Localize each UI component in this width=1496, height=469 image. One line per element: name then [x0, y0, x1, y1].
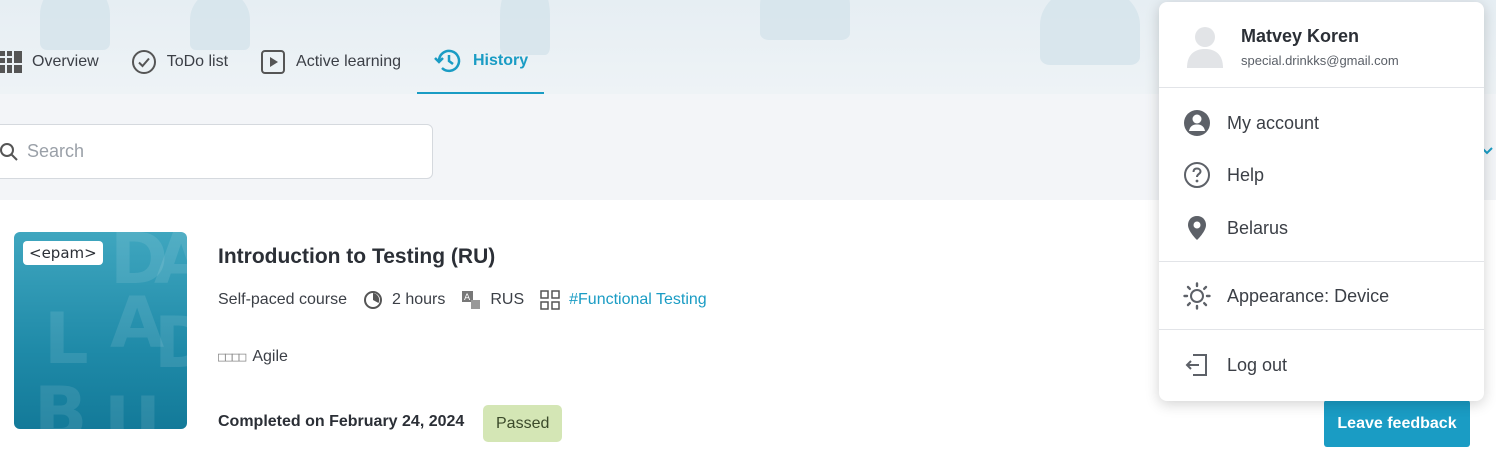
menu-item-my-account[interactable]: My account [1159, 101, 1484, 145]
search-icon [0, 142, 18, 161]
tab-label: ToDo list [166, 53, 229, 70]
sun-icon [1183, 282, 1211, 310]
tab-todo-list[interactable]: ToDo list [115, 32, 244, 92]
status-badge: Passed [483, 405, 563, 442]
tab-history[interactable]: History [417, 32, 545, 94]
course-language: RUS [490, 291, 525, 308]
course-title[interactable]: Introduction to Testing (RU) [218, 245, 495, 269]
check-circle-icon [131, 50, 156, 74]
skill-label: Agile [252, 348, 288, 365]
clock-icon [363, 291, 382, 309]
tab-label: History [473, 52, 529, 69]
course-duration: 2 hours [391, 291, 446, 308]
category-icon [540, 290, 560, 310]
language-icon: A [462, 291, 481, 309]
menu-divider [1159, 261, 1484, 262]
account-icon [1184, 110, 1210, 136]
search-input[interactable] [27, 141, 407, 162]
menu-item-label: Log out [1227, 354, 1288, 375]
menu-item-label: Belarus [1227, 217, 1289, 238]
menu-item-location[interactable]: Belarus [1159, 206, 1484, 250]
user-menu-dropdown: Matvey Koren special.drinkks@gmail.com M… [1159, 2, 1484, 401]
skill-boxes: □□□□ [218, 349, 246, 365]
user-name: Matvey Koren [1241, 26, 1360, 46]
logout-icon [1185, 354, 1207, 376]
menu-item-help[interactable]: Help [1159, 153, 1484, 197]
search-box [0, 124, 433, 179]
course-thumbnail[interactable]: D A L A D B U <epam> [14, 232, 187, 429]
course-meta: Self-paced course 2 hours A RUS #Functio… [218, 290, 723, 310]
menu-item-label: Appearance: Device [1227, 285, 1390, 306]
avatar [1187, 27, 1223, 68]
menu-divider [1159, 329, 1484, 330]
completion-date: Completed on February 24, 2024 [218, 413, 465, 430]
menu-item-label: My account [1227, 112, 1320, 133]
leave-feedback-button[interactable]: Leave feedback [1324, 400, 1470, 447]
menu-item-appearance[interactable]: Appearance: Device [1159, 274, 1484, 318]
play-square-icon [261, 50, 286, 74]
tab-active-learning[interactable]: Active learning [244, 32, 417, 92]
svg-text:A: A [464, 293, 471, 303]
help-icon [1184, 162, 1210, 188]
tab-overview[interactable]: Overview [0, 32, 115, 92]
location-pin-icon [1188, 216, 1206, 240]
user-email: special.drinkks@gmail.com [1241, 53, 1399, 68]
user-info: Matvey Koren special.drinkks@gmail.com [1159, 2, 1484, 88]
tab-label: Overview [32, 53, 99, 70]
menu-item-label: Help [1227, 164, 1265, 185]
main-nav: Overview ToDo list Active learning Histo… [0, 32, 545, 94]
tab-label: Active learning [296, 53, 401, 70]
course-type: Self-paced course [218, 291, 347, 308]
epam-logo: <epam> [23, 241, 103, 265]
course-tag-link[interactable]: #Functional Testing [569, 291, 707, 309]
grid-icon [0, 51, 22, 73]
course-skill: □□□□ Agile [218, 348, 288, 366]
menu-item-logout[interactable]: Log out [1159, 343, 1484, 387]
history-icon [434, 49, 461, 73]
